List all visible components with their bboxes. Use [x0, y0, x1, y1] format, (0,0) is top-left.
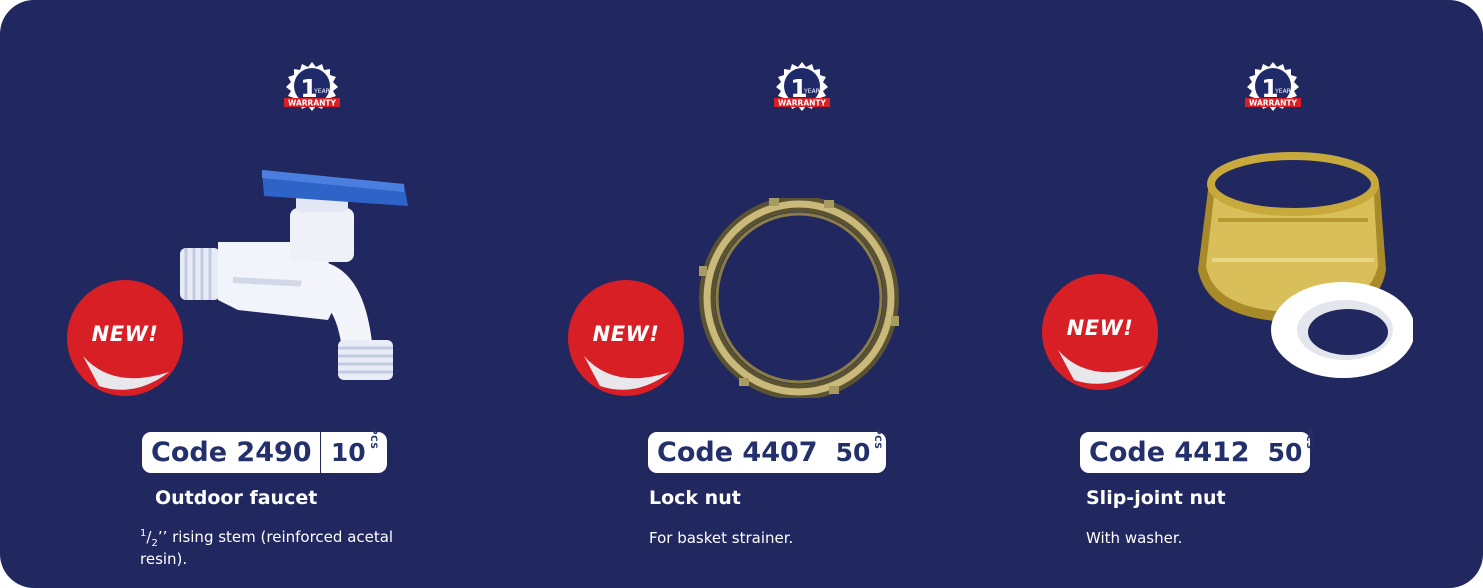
new-sticker-label: NEW!: [91, 322, 159, 346]
svg-text:YEAR: YEAR: [1274, 88, 1291, 95]
warranty-badge-icon: 1 YEAR WARRANTY: [772, 60, 832, 120]
new-sticker: NEW!: [65, 278, 185, 398]
product-panel: 1 YEAR WARRANTY NEW! Code 2490 10 PCS Ou…: [0, 0, 1483, 588]
outdoor-faucet-icon: [178, 150, 428, 390]
new-sticker: NEW!: [566, 278, 686, 398]
new-sticker: NEW!: [1040, 272, 1160, 392]
product-name: Slip-joint nut: [1086, 487, 1226, 509]
warranty-badge-icon: 1 YEAR WARRANTY: [282, 60, 342, 120]
new-sticker-label: NEW!: [592, 322, 660, 346]
svg-text:WARRANTY: WARRANTY: [1249, 99, 1297, 108]
product-description: With washer.: [1086, 529, 1183, 547]
warranty-badge-icon: 1 YEAR WARRANTY: [1243, 60, 1303, 120]
slip-joint-nut-icon: [1188, 150, 1415, 385]
lock-nut-icon: [699, 196, 899, 400]
fraction-numerator: 1: [140, 528, 147, 539]
svg-text:WARRANTY: WARRANTY: [778, 99, 826, 108]
code-box: Code 4412 50 PCS: [1080, 428, 1314, 473]
svg-text:WARRANTY: WARRANTY: [288, 99, 336, 108]
product-code: Code 2490: [151, 437, 312, 468]
product-description: For basket strainer.: [649, 529, 794, 547]
package-quantity: 10: [330, 438, 366, 467]
product-code: Code 4407: [657, 437, 818, 468]
package-quantity: 50: [1267, 438, 1303, 467]
description-text: ’’ rising stem (reinforced acetal resin)…: [140, 528, 394, 568]
svg-text:YEAR: YEAR: [313, 88, 330, 95]
product-code: Code 4412: [1089, 437, 1250, 468]
product-name: Outdoor faucet: [155, 487, 318, 509]
code-box: Code 2490 10 PCS: [142, 428, 387, 473]
new-sticker-label: NEW!: [1066, 316, 1134, 340]
product-card-4412: 1 YEAR WARRANTY NEW! Code 4412 50 PCS Sl…: [988, 0, 1482, 588]
package-unit: PCS: [367, 427, 378, 449]
product-description: 1/2’’ rising stem (reinforced acetal res…: [140, 528, 394, 568]
package-unit: PCS: [872, 427, 883, 449]
svg-text:YEAR: YEAR: [803, 88, 820, 95]
package-quantity: 50: [835, 438, 871, 467]
product-card-2490: 1 YEAR WARRANTY NEW! Code 2490 10 PCS Ou…: [0, 0, 494, 588]
product-name: Lock nut: [649, 487, 741, 509]
code-box: Code 4407 50 PCS: [648, 428, 886, 473]
product-card-4407: 1 YEAR WARRANTY NEW! Code 4407 50 PCS Lo…: [494, 0, 988, 588]
package-unit: PCS: [1304, 427, 1315, 449]
